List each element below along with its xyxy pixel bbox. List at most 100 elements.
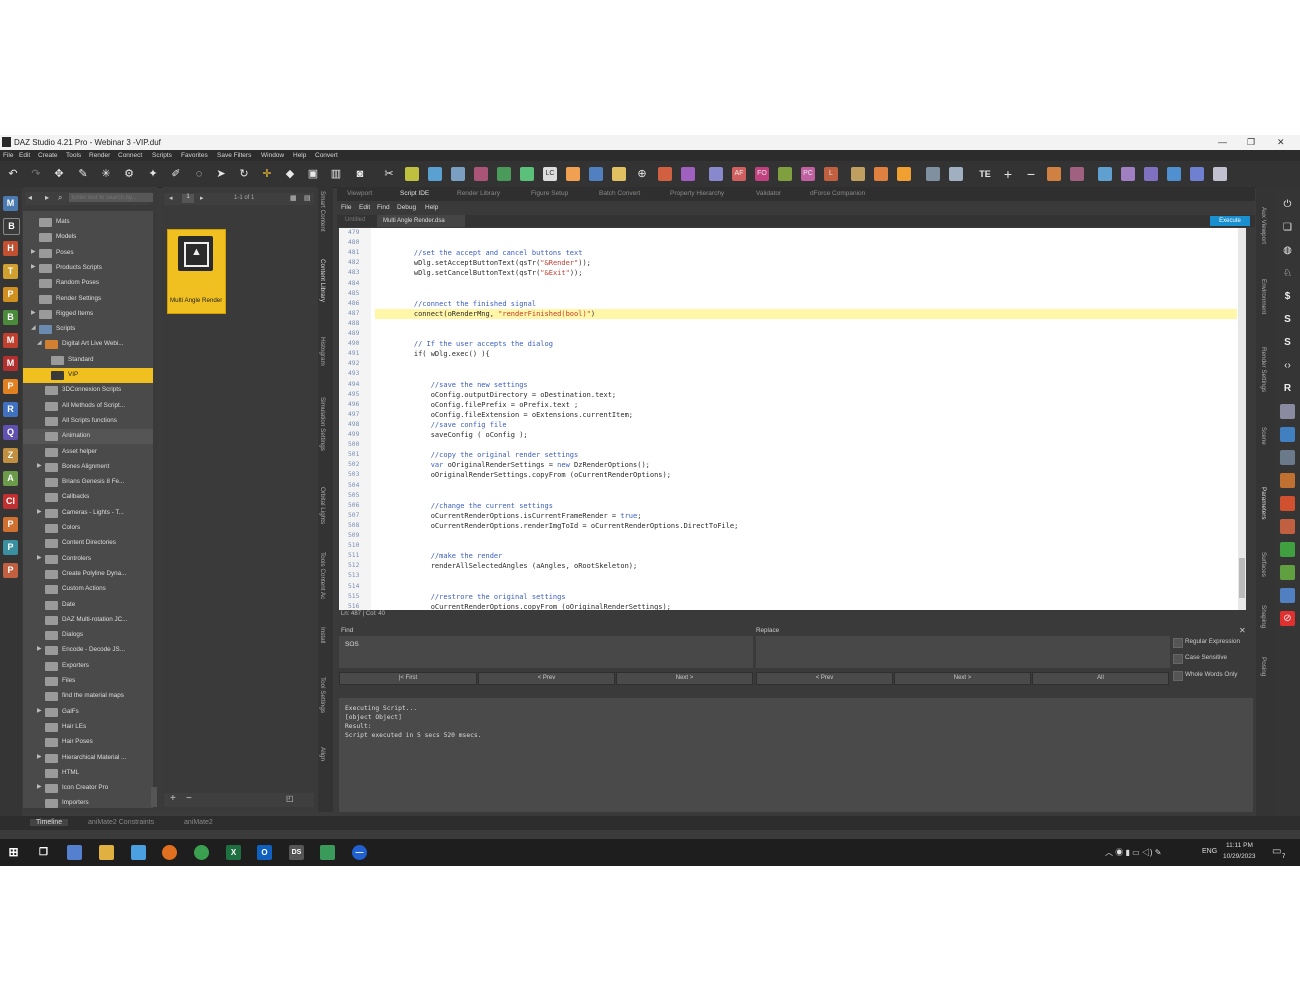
region-nav-icon[interactable]: ◌	[192, 167, 206, 181]
expand-arrow-icon[interactable]: ▶	[31, 248, 36, 255]
left-icon-m3[interactable]: M	[3, 356, 18, 371]
tab-validator[interactable]: Validator	[756, 190, 781, 197]
outlook-icon[interactable]: O	[257, 845, 272, 860]
script-icon-16[interactable]	[897, 167, 911, 181]
vtab-simulation-settings[interactable]: Simulation Settings	[319, 397, 326, 451]
menu-create[interactable]: Create	[38, 152, 58, 159]
expand-arrow-icon[interactable]: ▶	[37, 508, 42, 515]
expand-arrow-icon[interactable]: ▶	[31, 309, 36, 316]
menu-save-filters[interactable]: Save Filters	[217, 152, 251, 159]
tree-item[interactable]: All Scripts functions	[23, 414, 153, 429]
expand-arrow-icon[interactable]: ▶	[37, 554, 42, 561]
tab-figure-setup[interactable]: Figure Setup	[531, 190, 568, 197]
menu-edit[interactable]: Edit	[19, 152, 30, 159]
script-icon-18[interactable]	[949, 167, 963, 181]
tray-icons[interactable]: ︿ ◉ ▮ ▭ ◁) ✎	[1105, 847, 1161, 858]
list-view-icon[interactable]: ▤	[304, 194, 311, 202]
tree-item[interactable]: Standard	[23, 353, 153, 368]
tab-script-ide[interactable]: Script IDE	[400, 190, 429, 197]
tree-item[interactable]: Brians Genesis 8 Fe...	[23, 475, 153, 490]
script-icon-1[interactable]	[405, 167, 419, 181]
pointer-icon[interactable]: ➤	[214, 167, 228, 181]
s-icon-2[interactable]: S	[1280, 312, 1295, 327]
add-icon[interactable]: +	[170, 793, 176, 804]
tab-batch-convert[interactable]: Batch Convert	[599, 190, 640, 197]
code-scroll-thumb[interactable]	[1239, 558, 1245, 598]
tab-dforce-companion[interactable]: dForce Companion	[810, 190, 865, 197]
universal-tool-icon[interactable]: ✛	[260, 167, 274, 181]
script-icon-13[interactable]	[778, 167, 792, 181]
tree-item[interactable]: find the material maps	[23, 689, 153, 704]
doc-tab-untitled[interactable]: Untitled	[345, 217, 365, 223]
prev-page-icon[interactable]: ◂	[169, 194, 173, 202]
execute-button[interactable]: Execute	[1210, 216, 1250, 226]
ide-menu-help[interactable]: Help	[425, 204, 438, 211]
firefox-icon[interactable]	[162, 845, 177, 860]
render-icon[interactable]: ▥	[329, 167, 343, 181]
joint-editor-icon[interactable]: ✎	[76, 167, 90, 181]
script-icon-21[interactable]	[1098, 167, 1112, 181]
tree-item[interactable]: ▶ GalFs	[23, 705, 153, 720]
notification-icon[interactable]: ▭	[1272, 846, 1281, 857]
tree-item[interactable]: Exporters	[23, 659, 153, 674]
ide-menu-debug[interactable]: Debug	[397, 204, 416, 211]
close-find-icon[interactable]: ✕	[1239, 626, 1246, 635]
script-icon-12[interactable]	[709, 167, 723, 181]
find-next-button[interactable]: Next >	[616, 672, 753, 685]
tree-item[interactable]: Content Directories	[23, 536, 153, 551]
library-search-input[interactable]	[69, 193, 153, 202]
tool-icon-8[interactable]	[1280, 565, 1295, 580]
app-icon-2[interactable]	[320, 845, 335, 860]
tree-item[interactable]: DAZ Multi-rotation JC...	[23, 613, 153, 628]
spot-render-icon[interactable]: ▣	[306, 167, 320, 181]
tree-item[interactable]: Hair LEs	[23, 720, 153, 735]
ide-menu-find[interactable]: Find	[377, 204, 390, 211]
doc-tab-multi-angle[interactable]: Multi Angle Render.dsa	[377, 215, 465, 227]
script-icon-9[interactable]	[612, 167, 626, 181]
left-icon-b[interactable]: B	[3, 218, 20, 235]
expand-arrow-icon[interactable]: ◢	[31, 324, 36, 331]
tab-viewport[interactable]: Viewport	[347, 190, 372, 197]
r-icon[interactable]: R	[1280, 381, 1295, 396]
left-icon-cl[interactable]: Cl	[3, 494, 18, 509]
s-icon-3[interactable]: S	[1280, 335, 1295, 350]
file-explorer-icon[interactable]	[99, 845, 114, 860]
expand-arrow-icon[interactable]: ▶	[37, 783, 42, 790]
tab-animate2[interactable]: aniMate2	[184, 819, 213, 826]
tree-item[interactable]: Animation	[23, 429, 153, 445]
tree-item[interactable]: Random Poses	[23, 276, 153, 291]
camera-icon[interactable]: ◙	[353, 167, 367, 181]
tree-item[interactable]: ▶ Hierarchical Material ...	[23, 751, 153, 766]
replace-input[interactable]	[756, 636, 1170, 668]
menu-help[interactable]: Help	[293, 152, 306, 159]
menu-render[interactable]: Render	[89, 152, 110, 159]
left-icon-p3[interactable]: P	[3, 517, 18, 532]
find-first-button[interactable]: |< First	[339, 672, 477, 685]
tree-item[interactable]: Callbacks	[23, 490, 153, 505]
tool-icon-7[interactable]	[1280, 542, 1295, 557]
script-icon-15[interactable]	[874, 167, 888, 181]
left-icon-b2[interactable]: B	[3, 310, 18, 325]
script-icon-22[interactable]	[1121, 167, 1135, 181]
app-icon-1[interactable]	[131, 845, 146, 860]
tree-item[interactable]: ▶ Icon Creator Pro	[23, 781, 153, 796]
minimize-button[interactable]: —	[1218, 137, 1227, 147]
tab-render-library[interactable]: Render Library	[457, 190, 500, 197]
menu-favorites[interactable]: Favorites	[181, 152, 208, 159]
vtab-surfaces[interactable]: Surfaces	[1260, 552, 1267, 577]
script-icon-10[interactable]	[658, 167, 672, 181]
expand-arrow-icon[interactable]: ▶	[37, 645, 42, 652]
thumb-multi-angle-render[interactable]: ▲ Multi Angle Render	[167, 229, 226, 314]
task-view-icon[interactable]: ❒	[36, 845, 51, 860]
tree-item[interactable]: Render Settings	[23, 292, 153, 307]
tree-item[interactable]: VIP	[23, 368, 153, 383]
app-icon-3[interactable]: —	[352, 845, 367, 860]
script-icon-17[interactable]	[926, 167, 940, 181]
tree-item[interactable]: 3DConnexion Scripts	[23, 383, 153, 398]
windows-start-icon[interactable]: ⊞	[6, 845, 21, 860]
dial-icon[interactable]: ◍	[1280, 243, 1295, 258]
tree-item[interactable]: Files	[23, 674, 153, 689]
clock-date[interactable]: 10/29/2023	[1223, 853, 1256, 860]
node-select-icon[interactable]: ✥	[52, 167, 66, 181]
tree-item[interactable]: ◢ Digital Art Live Webi...	[23, 337, 153, 352]
